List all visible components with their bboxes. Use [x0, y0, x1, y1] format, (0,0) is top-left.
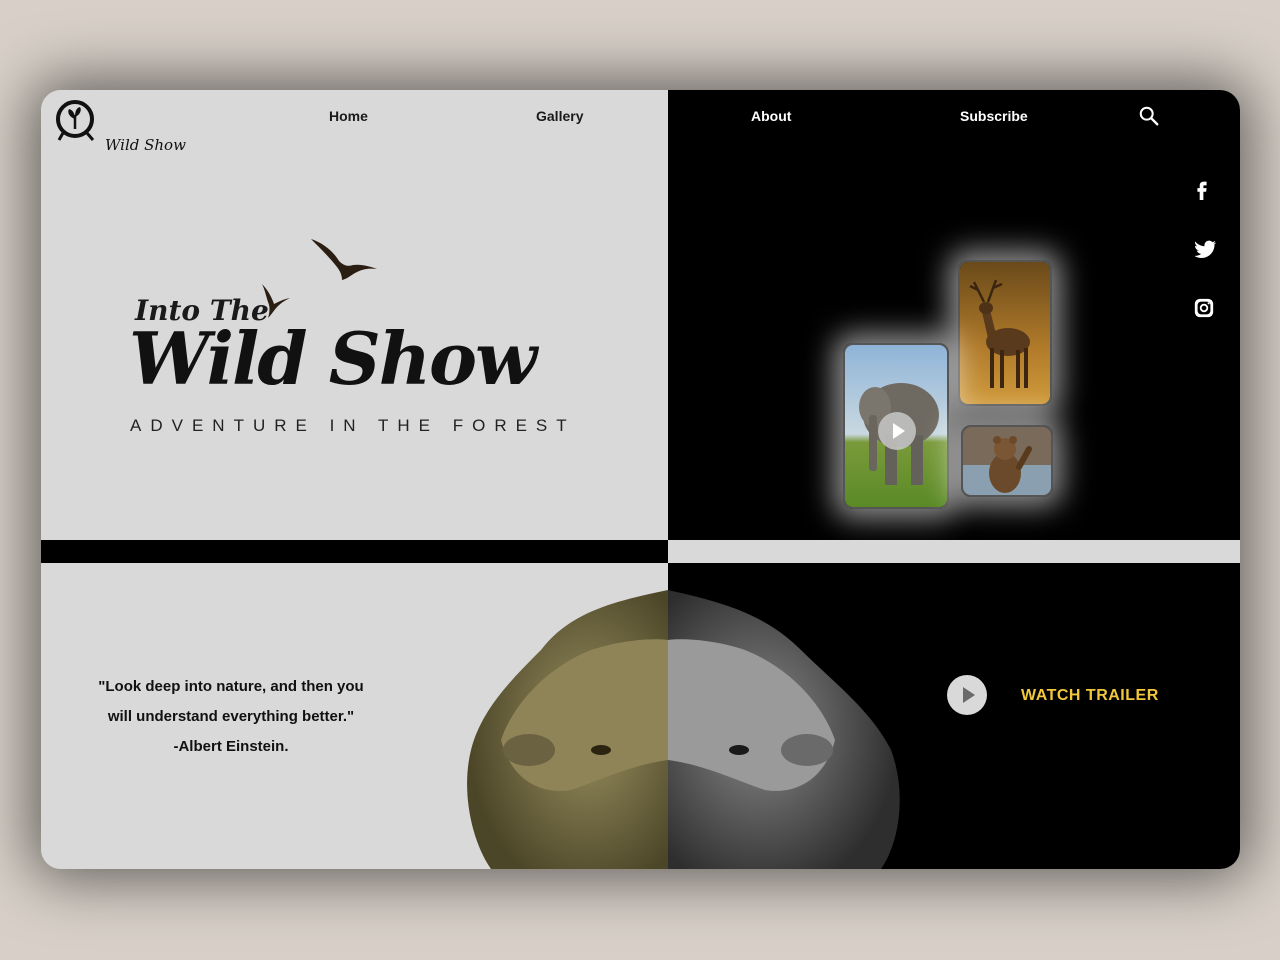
bear-image [963, 427, 1051, 495]
search-icon[interactable] [1138, 105, 1160, 127]
logo[interactable]: Wild Show [55, 99, 186, 154]
deer-image [960, 262, 1050, 404]
main-window: Wild Show Home Gallery About Subscribe I… [41, 90, 1240, 869]
divider-band-light [668, 540, 1240, 563]
gallery-card-elephant[interactable] [843, 343, 949, 509]
twitter-icon[interactable] [1195, 238, 1217, 260]
nav-home[interactable]: Home [329, 108, 368, 124]
watch-trailer-link[interactable]: WATCH TRAILER [1021, 687, 1159, 705]
quote-block: "Look deep into nature, and then you wil… [71, 672, 391, 762]
logo-text: Wild Show [105, 136, 186, 154]
bird-icon [262, 284, 290, 318]
logo-mark-icon [56, 100, 95, 141]
nav-about[interactable]: About [751, 108, 791, 124]
gallery-card-deer[interactable] [958, 260, 1052, 406]
play-button[interactable] [878, 412, 916, 450]
watch-trailer-play-button[interactable] [947, 675, 987, 715]
hero-dark-panel [668, 90, 1240, 540]
instagram-icon[interactable] [1193, 297, 1215, 319]
bird-icon [311, 239, 377, 280]
quote-author: -Albert Einstein. [173, 738, 289, 755]
quote-line: "Look deep into nature, and then you [98, 678, 364, 695]
facebook-icon[interactable] [1191, 178, 1213, 200]
quote-line: will understand everything better." [107, 708, 355, 725]
hero-title: Wild Show [129, 316, 537, 401]
lion-image [467, 590, 900, 869]
hero-tagline: ADVENTURE IN THE FOREST [130, 416, 576, 435]
gallery-card-bear[interactable] [961, 425, 1053, 497]
nav-gallery[interactable]: Gallery [536, 108, 583, 124]
nav-subscribe[interactable]: Subscribe [960, 108, 1028, 124]
divider-band-dark [41, 540, 668, 563]
